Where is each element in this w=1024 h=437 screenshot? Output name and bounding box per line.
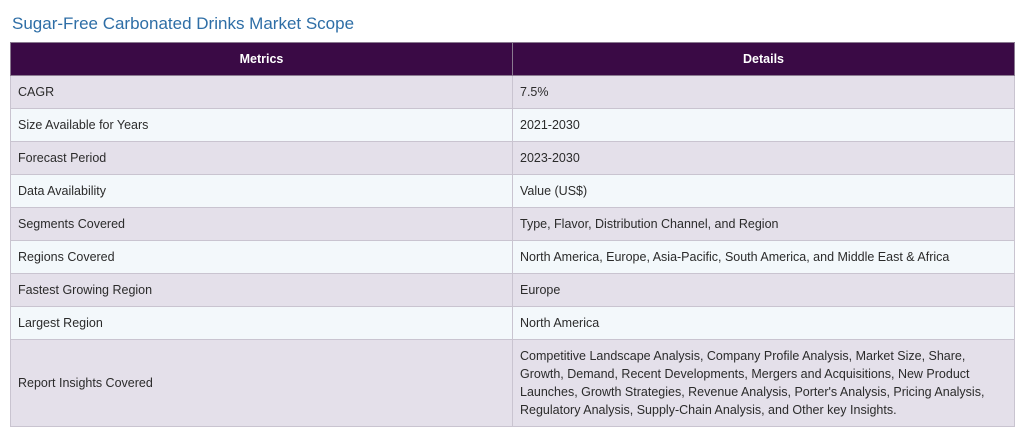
- table-row: Data Availability Value (US$): [10, 174, 1015, 208]
- table-row: CAGR 7.5%: [10, 75, 1015, 109]
- table-row: Size Available for Years 2021-2030: [10, 108, 1015, 142]
- detail-cell: 2023-2030: [512, 141, 1015, 175]
- table-row: Report Insights Covered Competitive Land…: [10, 339, 1015, 427]
- column-header-details: Details: [512, 42, 1015, 76]
- table-row: Fastest Growing Region Europe: [10, 273, 1015, 307]
- table-row: Forecast Period 2023-2030: [10, 141, 1015, 175]
- page-title: Sugar-Free Carbonated Drinks Market Scop…: [12, 14, 355, 33]
- detail-cell: 2021-2030: [512, 108, 1015, 142]
- metric-cell: CAGR: [10, 75, 513, 109]
- table-header-row: Metrics Details: [10, 42, 1015, 76]
- metric-cell: Fastest Growing Region: [10, 273, 513, 307]
- detail-cell: Type, Flavor, Distribution Channel, and …: [512, 207, 1015, 241]
- metric-cell: Segments Covered: [10, 207, 513, 241]
- metric-cell: Regions Covered: [10, 240, 513, 274]
- detail-cell: Europe: [512, 273, 1015, 307]
- column-header-metrics: Metrics: [10, 42, 513, 76]
- detail-cell: Value (US$): [512, 174, 1015, 208]
- table-row: Regions Covered North America, Europe, A…: [10, 240, 1015, 274]
- table-row: Segments Covered Type, Flavor, Distribut…: [10, 207, 1015, 241]
- metric-cell: Data Availability: [10, 174, 513, 208]
- metric-cell: Report Insights Covered: [10, 339, 513, 427]
- metric-cell: Forecast Period: [10, 141, 513, 175]
- detail-cell: Competitive Landscape Analysis, Company …: [512, 339, 1015, 427]
- detail-cell: North America: [512, 306, 1015, 340]
- metric-cell: Size Available for Years: [10, 108, 513, 142]
- market-scope-table: Metrics Details CAGR 7.5% Size Available…: [10, 42, 1015, 427]
- table-row: Largest Region North America: [10, 306, 1015, 340]
- metric-cell: Largest Region: [10, 306, 513, 340]
- detail-cell: 7.5%: [512, 75, 1015, 109]
- detail-cell: North America, Europe, Asia-Pacific, Sou…: [512, 240, 1015, 274]
